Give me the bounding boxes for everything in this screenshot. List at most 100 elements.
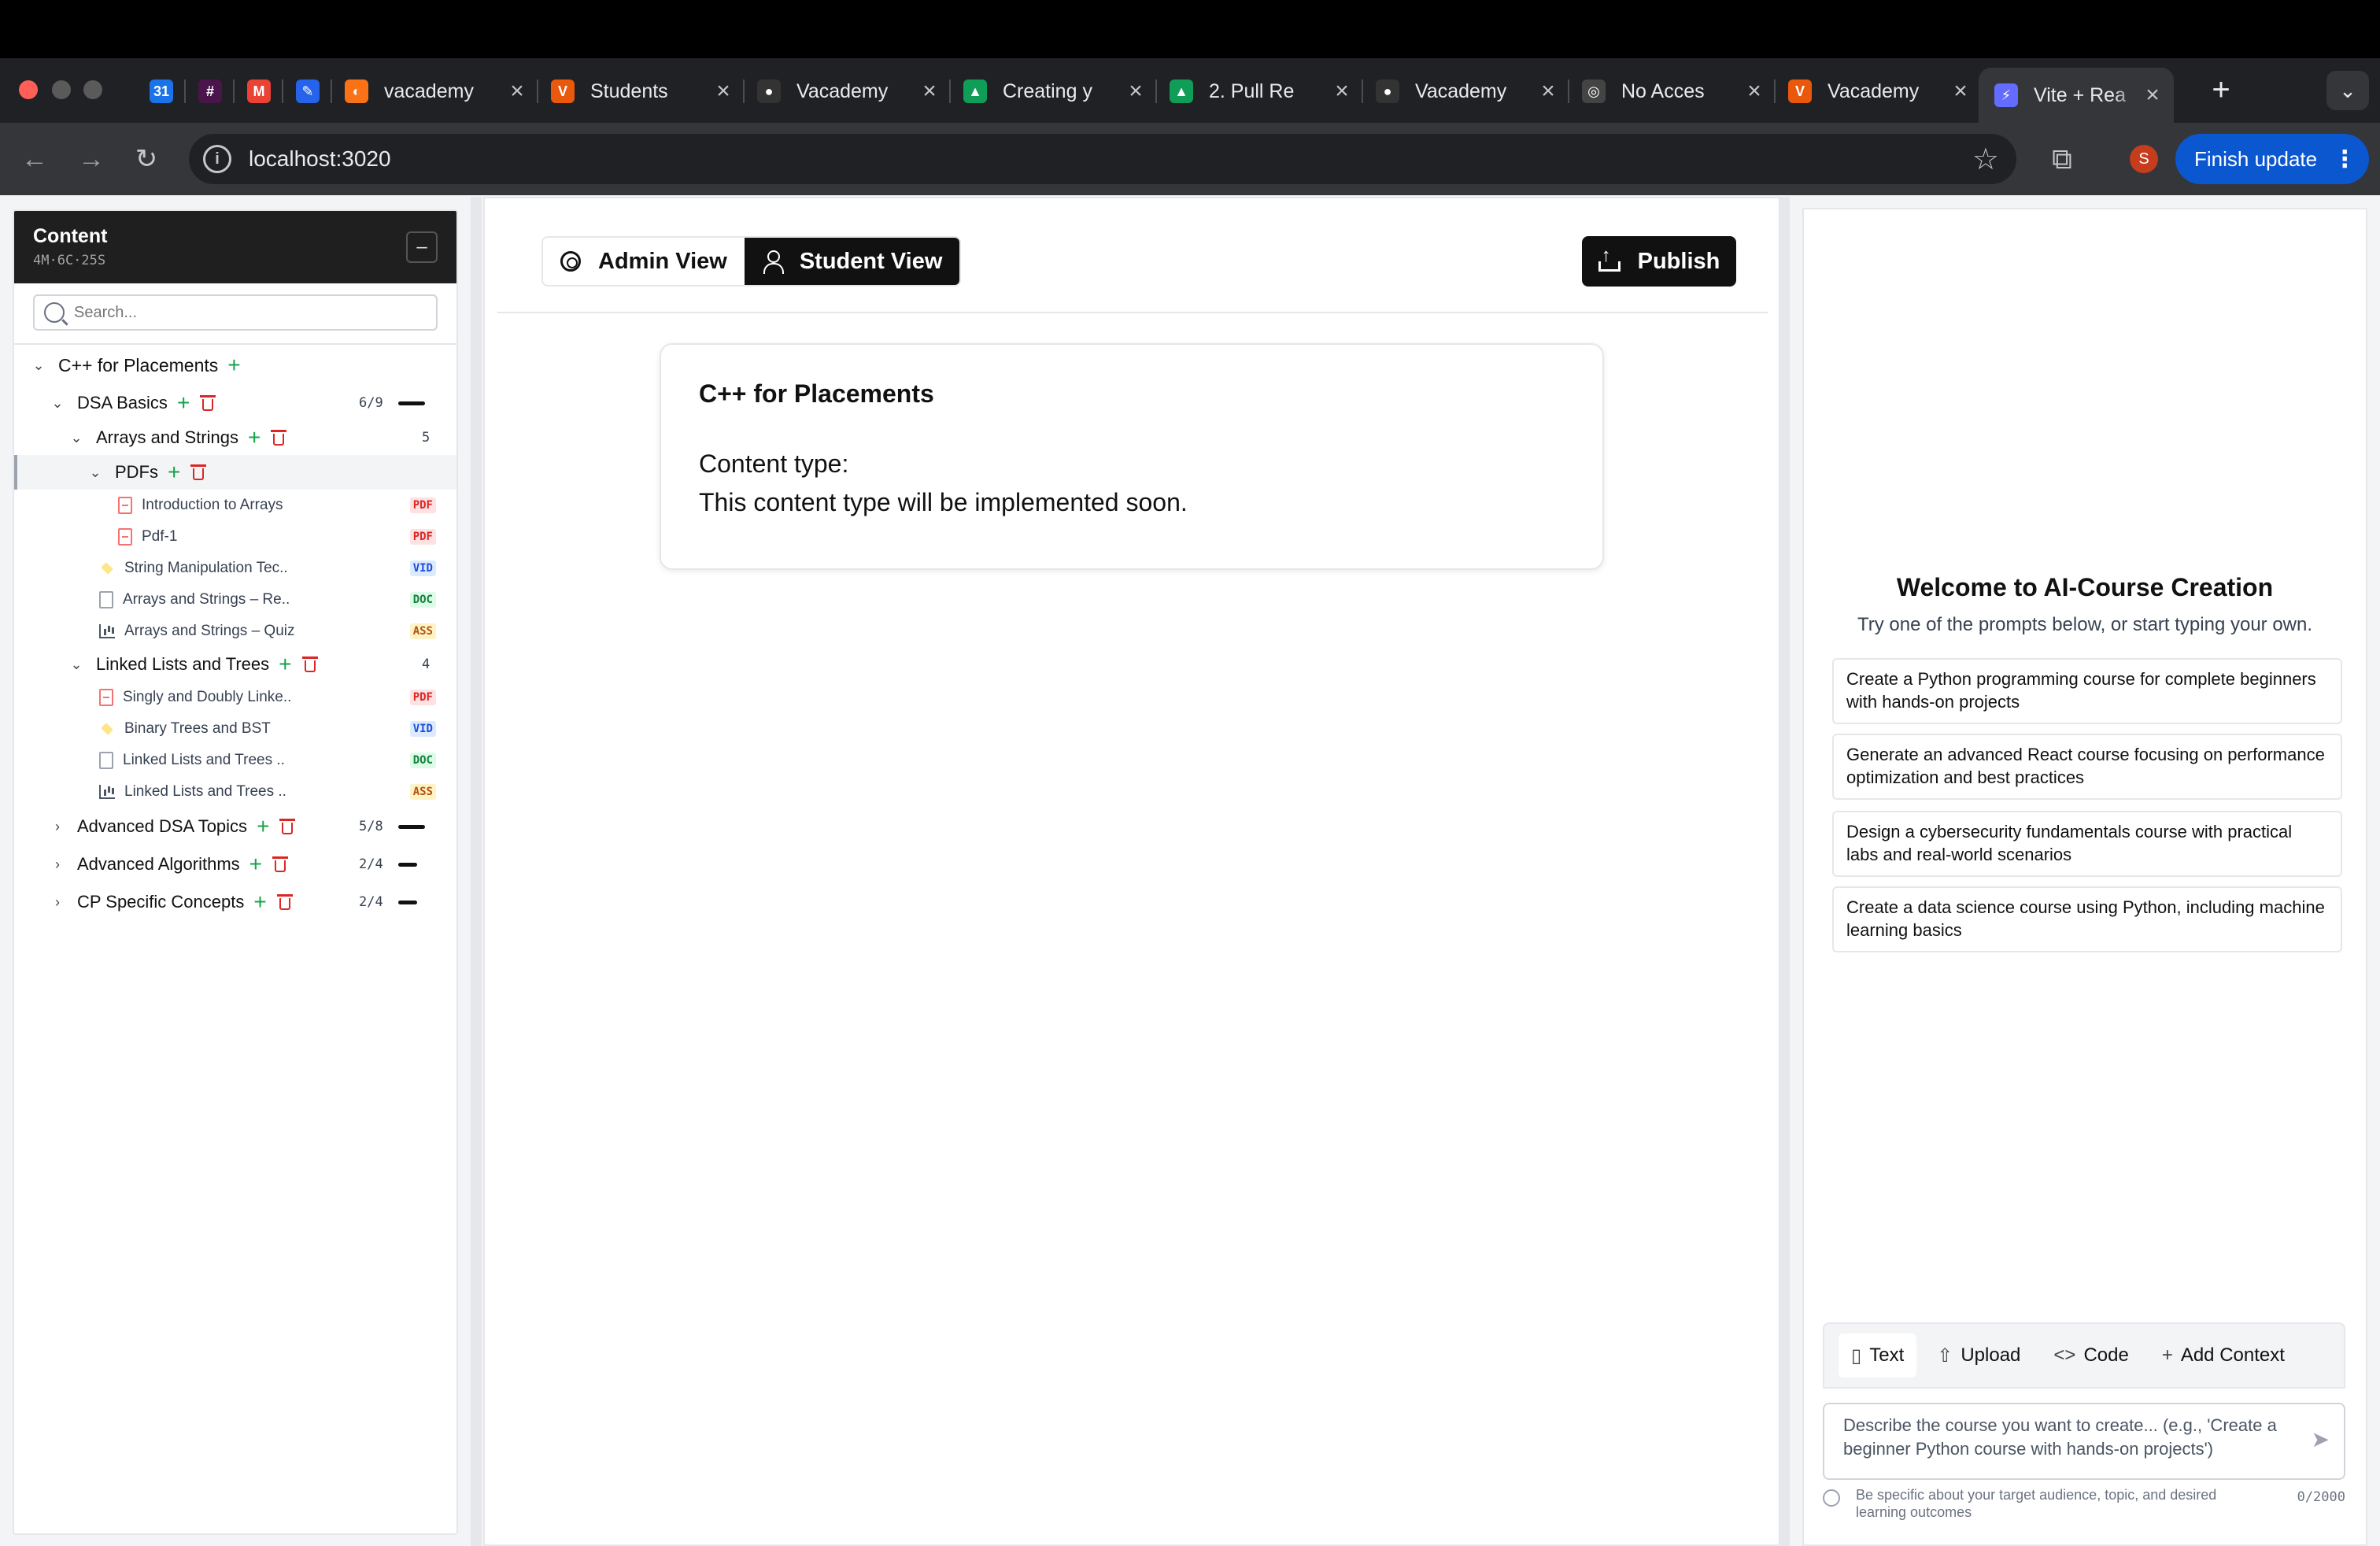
close-tab-icon[interactable]: × [1949, 78, 1972, 105]
tree-chapter-arrays-strings[interactable]: ⌄ Arrays and Strings + 5 [14, 420, 456, 455]
tree-slide[interactable]: String Manipulation Tec.. VID [14, 553, 456, 584]
collapse-sidebar-button[interactable]: – [406, 231, 438, 263]
publish-button[interactable]: Publish [1582, 236, 1736, 287]
add-chapter-button[interactable]: + [253, 891, 266, 913]
browser-tab[interactable]: ▲ Creating y × [951, 68, 1157, 115]
browser-tab[interactable]: V Vacademy × [1776, 68, 1982, 115]
tree-chapter-linked-lists[interactable]: ⌄ Linked Lists and Trees + 4 [14, 647, 456, 682]
add-chapter-button[interactable]: + [257, 816, 269, 838]
browser-tab[interactable]: ● Vacademy × [1363, 68, 1569, 115]
browser-tab[interactable]: ⚡ Vite + Rea × [1979, 68, 2174, 123]
delete-icon[interactable] [301, 656, 318, 672]
tree-course[interactable]: ⌄ C++ for Placements + [14, 345, 456, 386]
pinned-tab[interactable]: M [235, 68, 283, 115]
type-badge: ASS [409, 784, 436, 800]
tree-slide[interactable]: Arrays and Strings – Re.. DOC [14, 584, 456, 616]
prompt-suggestion[interactable]: Generate an advanced React course focusi… [1832, 734, 2342, 800]
slack-icon: # [198, 80, 222, 103]
tree-module-cp-concepts[interactable]: › CP Specific Concepts + 2/4 [14, 883, 456, 921]
tree-module-advanced-algorithms[interactable]: › Advanced Algorithms + 2/4 [14, 845, 456, 883]
course-prompt-input[interactable]: Describe the course you want to create..… [1823, 1403, 2345, 1480]
admin-view-label: Admin View [598, 248, 727, 274]
add-chapter-button[interactable]: + [177, 392, 190, 414]
back-button[interactable]: ← [17, 142, 52, 176]
browser-tab[interactable]: ▲ 2. Pull Re × [1157, 68, 1363, 115]
finish-update-button[interactable]: Finish update ⋮ [2175, 134, 2369, 184]
tree-slide[interactable]: Singly and Doubly Linke.. PDF [14, 682, 456, 713]
close-tab-icon[interactable]: × [1536, 78, 1560, 105]
chevron-right-icon[interactable]: › [49, 819, 66, 835]
browser-tab[interactable]: V Students × [538, 68, 745, 115]
chevron-right-icon[interactable]: › [49, 894, 66, 911]
tree-slide[interactable]: Pdf-1 PDF [14, 521, 456, 553]
close-tab-icon[interactable]: × [711, 78, 735, 105]
delete-icon[interactable] [271, 430, 287, 446]
delete-icon[interactable] [276, 894, 293, 910]
course-tree: ⌄ C++ for Placements + ⌄ DSA Basics + 6/… [14, 343, 456, 921]
tree-module-dsa-basics[interactable]: ⌄ DSA Basics + 6/9 [14, 386, 456, 420]
delete-icon[interactable] [200, 395, 216, 411]
resize-handle-right[interactable] [1780, 197, 1790, 1546]
chevron-right-icon[interactable]: › [49, 856, 66, 873]
pinned-tab[interactable]: ✎ [283, 68, 332, 115]
delete-icon[interactable] [279, 819, 296, 834]
tree-slide[interactable]: Introduction to Arrays PDF [14, 490, 456, 521]
module-count: 6/9 [359, 395, 383, 411]
pinned-tab[interactable]: 31 [137, 68, 186, 115]
bookmark-star-icon[interactable]: ☆ [1972, 142, 1999, 177]
tree-slide[interactable]: Linked Lists and Trees .. DOC [14, 745, 456, 776]
forward-button[interactable]: → [74, 142, 109, 176]
pinned-tab[interactable]: # [186, 68, 235, 115]
delete-icon[interactable] [190, 464, 207, 480]
text-mode-button[interactable]: ▯ Text [1839, 1333, 1917, 1378]
code-mode-button[interactable]: <> Code [2041, 1333, 2141, 1378]
tree-slide[interactable]: Linked Lists and Trees .. ASS [14, 776, 456, 808]
slide-label: String Manipulation Tec.. [124, 560, 288, 576]
resize-handle-left[interactable] [471, 197, 482, 1546]
profile-avatar[interactable]: S [2130, 145, 2158, 173]
sidebar-search[interactable] [33, 294, 438, 331]
add-item-button[interactable]: + [168, 461, 180, 483]
browser-tab[interactable]: ◎ No Acces × [1569, 68, 1776, 115]
minimize-window-button[interactable] [52, 80, 71, 99]
add-chapter-button[interactable]: + [249, 853, 262, 875]
reload-button[interactable]: ↻ [129, 142, 164, 176]
maximize-window-button[interactable] [83, 80, 102, 99]
admin-view-button[interactable]: Admin View [543, 238, 745, 285]
search-input[interactable] [74, 303, 405, 322]
close-tab-icon[interactable]: × [505, 78, 529, 105]
chevron-down-icon[interactable]: ⌄ [87, 464, 104, 481]
chevron-down-icon[interactable]: ⌄ [49, 395, 66, 412]
close-tab-icon[interactable]: × [1330, 78, 1354, 105]
close-window-button[interactable] [19, 80, 38, 99]
chevron-down-icon[interactable]: ⌄ [68, 430, 85, 446]
close-tab-icon[interactable]: × [918, 78, 941, 105]
chevron-down-icon[interactable]: ⌄ [68, 656, 85, 673]
add-slide-button[interactable]: + [279, 653, 291, 675]
prompt-suggestion[interactable]: Design a cybersecurity fundamentals cour… [1832, 811, 2342, 877]
add-slide-button[interactable]: + [248, 427, 261, 449]
add-context-button[interactable]: + Add Context [2149, 1333, 2297, 1378]
browser-tab[interactable]: ◐ vacademy × [332, 68, 538, 115]
extensions-puzzle-icon[interactable]: ⧉ [2043, 140, 2081, 178]
prompt-suggestion[interactable]: Create a Python programming course for c… [1832, 658, 2342, 724]
tree-module-advanced-dsa[interactable]: › Advanced DSA Topics + 5/8 [14, 808, 456, 845]
chevron-down-icon[interactable]: ⌄ [30, 357, 47, 374]
student-view-button[interactable]: Student View [744, 238, 960, 285]
tree-slide[interactable]: Arrays and Strings – Quiz ASS [14, 616, 456, 647]
close-tab-icon[interactable]: × [2141, 82, 2164, 109]
tree-folder-pdfs[interactable]: ⌄ PDFs + [14, 455, 456, 490]
tab-search-button[interactable]: ⌄ [2326, 71, 2369, 110]
new-tab-button[interactable]: + [2204, 74, 2238, 109]
add-module-button[interactable]: + [227, 354, 240, 376]
browser-tab[interactable]: ● Vacademy × [745, 68, 951, 115]
delete-icon[interactable] [272, 856, 289, 872]
send-icon[interactable]: ➤ [2312, 1428, 2330, 1452]
prompt-suggestion[interactable]: Create a data science course using Pytho… [1832, 886, 2342, 952]
close-tab-icon[interactable]: × [1124, 78, 1148, 105]
address-bar[interactable]: i localhost:3020 ☆ [189, 134, 2016, 184]
upload-mode-button[interactable]: ⇧ Upload [1924, 1333, 2033, 1378]
tree-slide[interactable]: Binary Trees and BST VID [14, 713, 456, 745]
close-tab-icon[interactable]: × [1743, 78, 1766, 105]
site-info-icon[interactable]: i [203, 145, 231, 173]
